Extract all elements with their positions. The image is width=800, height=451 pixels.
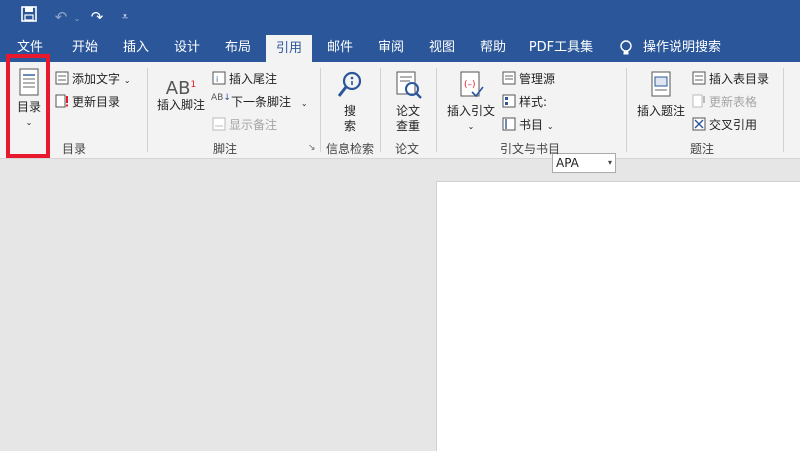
bibliography-button[interactable]: 书目 ⌄ <box>519 116 554 133</box>
group-separator <box>626 68 627 152</box>
lightbulb-icon <box>616 34 636 62</box>
tab-help[interactable]: 帮助 <box>471 34 515 62</box>
chevron-down-icon: ⌄ <box>546 122 554 131</box>
manage-sources-button[interactable]: 管理源 <box>519 70 555 87</box>
add-text-button[interactable]: 添加文字 ⌄ <box>72 70 131 87</box>
chevron-down-icon: ⌄ <box>123 76 131 85</box>
manage-sources-icon <box>502 70 516 85</box>
chevron-down-icon: ⌄ <box>300 99 308 108</box>
group-separator <box>380 68 381 152</box>
svg-text:i: i <box>216 75 218 84</box>
svg-text:(–): (–) <box>464 80 476 90</box>
group-label-citations: 引文与书目 <box>500 142 561 156</box>
tell-me-search[interactable]: 操作说明搜索 <box>642 34 722 62</box>
tab-review[interactable]: 审阅 <box>369 34 413 62</box>
table-of-figures-icon <box>692 70 706 85</box>
group-label-paper: 论文 <box>395 142 420 156</box>
tab-insert[interactable]: 插入 <box>114 34 158 62</box>
cross-reference-icon <box>692 116 706 131</box>
update-toc-button[interactable]: 更新目录 <box>72 93 120 110</box>
tab-pdf-tools[interactable]: PDF工具集 <box>526 34 596 62</box>
update-table-button[interactable]: 更新表格 <box>709 93 757 110</box>
insert-endnote-icon: i <box>212 70 226 85</box>
group-label-captions: 题注 <box>690 142 715 156</box>
insert-endnote-button[interactable]: 插入尾注 <box>229 70 277 87</box>
style-icon <box>502 93 516 108</box>
title-bar: ↶ ⌄ ↷ ⩡ <box>0 0 800 34</box>
next-footnote-icon: AB↓ <box>211 93 231 103</box>
redo-icon[interactable]: ↷ <box>86 6 108 28</box>
next-footnote-button[interactable]: 下一条脚注 ⌄ <box>231 93 308 110</box>
group-separator <box>436 68 437 152</box>
chevron-down-icon: ⌄ <box>467 122 475 131</box>
paper-check-button[interactable]: 论文 查重 <box>390 70 426 134</box>
group-label-toc: 目录 <box>62 142 87 156</box>
group-separator <box>783 68 784 152</box>
insert-citation-button[interactable]: (–) 插入引文 ⌄ <box>444 70 498 134</box>
footnote-icon: AB1 <box>165 78 197 99</box>
ribbon-references: 目录 ⌄ 添加文字 ⌄ 更新目录 目录 AB1 插入脚注 i 插入尾注 AB↓ … <box>0 62 800 173</box>
insert-caption-button[interactable]: 插入题注 <box>634 70 688 119</box>
document-page[interactable] <box>436 181 800 451</box>
customize-icon[interactable]: ⩡ <box>114 6 136 28</box>
update-toc-icon <box>55 93 69 108</box>
group-label-research: 信息检索 <box>326 142 375 156</box>
paper-check-icon <box>396 71 422 99</box>
add-text-icon <box>55 70 69 85</box>
bibliography-icon <box>502 116 516 131</box>
tab-mailings[interactable]: 邮件 <box>318 34 362 62</box>
tab-home[interactable]: 开始 <box>63 34 107 62</box>
insert-footnote-button[interactable]: AB1 插入脚注 <box>154 72 208 113</box>
search-icon <box>337 71 362 97</box>
tab-design[interactable]: 设计 <box>165 34 209 62</box>
chevron-down-icon: ▾ <box>607 158 612 167</box>
group-separator <box>147 68 148 152</box>
ribbon-tabs: 文件 开始 插入 设计 布局 引用 邮件 审阅 视图 帮助 PDF工具集 操作说… <box>0 34 800 63</box>
style-label: 样式: <box>519 95 548 109</box>
dialog-launcher-icon[interactable]: ↘ <box>308 143 316 153</box>
show-notes-icon <box>212 116 226 131</box>
cross-reference-button[interactable]: 交叉引用 <box>709 116 757 133</box>
group-label-footnotes: 脚注 <box>213 142 238 156</box>
group-separator <box>320 68 321 152</box>
undo-dropdown-icon[interactable]: ⌄ <box>66 8 88 30</box>
save-icon[interactable] <box>18 6 40 28</box>
tab-layout[interactable]: 布局 <box>216 34 260 62</box>
insert-table-of-figures-button[interactable]: 插入表目录 <box>709 70 769 87</box>
update-table-icon <box>692 93 706 108</box>
search-button[interactable]: 搜 索 <box>332 70 368 134</box>
tab-references[interactable]: 引用 <box>266 34 312 63</box>
insert-caption-icon <box>651 71 671 97</box>
show-notes-button[interactable]: 显示备注 <box>229 116 277 133</box>
highlight-box <box>6 54 50 158</box>
insert-citation-icon: (–) <box>460 71 484 98</box>
tab-view[interactable]: 视图 <box>420 34 464 62</box>
style-select[interactable]: APA ▾ <box>552 153 616 173</box>
